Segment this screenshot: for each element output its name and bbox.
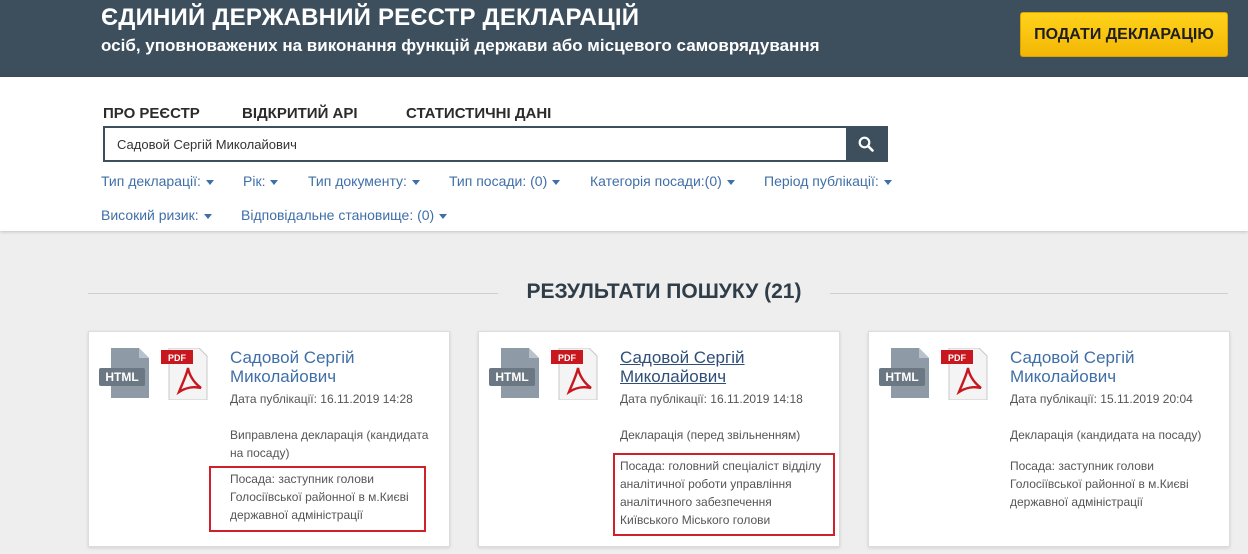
filter-year[interactable]: Рік:: [243, 173, 279, 189]
submit-declaration-button[interactable]: ПОДАТИ ДЕКЛАРАЦІЮ: [1020, 12, 1228, 57]
caret-down-icon: [203, 213, 212, 219]
search-icon: [858, 136, 874, 152]
nav-open-api[interactable]: ВІДКРИТИЙ API: [242, 105, 358, 122]
pdf-file-icon[interactable]: PDF: [941, 348, 989, 400]
filter-high-risk[interactable]: Високий ризик:: [101, 207, 212, 223]
filter-position-category[interactable]: Категорія посади:(0): [590, 173, 735, 189]
caret-down-icon: [411, 179, 420, 185]
pdf-file-icon[interactable]: PDF: [161, 348, 209, 400]
caret-down-icon: [726, 179, 735, 185]
result-name-link[interactable]: Садовой Сергій Миколайович: [230, 348, 440, 386]
declaration-type: Виправлена декларація (кандидата на поса…: [230, 428, 429, 460]
result-name-link[interactable]: Садовой Сергій Миколайович: [620, 348, 830, 386]
filter-position-type[interactable]: Тип посади: (0): [449, 173, 561, 189]
nav-statistics[interactable]: СТАТИСТИЧНІ ДАНІ: [406, 105, 551, 122]
publication-date: Дата публікації: 15.11.2019 20:04: [1010, 392, 1193, 406]
svg-text:HTML: HTML: [105, 370, 138, 384]
highlight-box: [613, 453, 835, 536]
result-card: HTML PDF Садовой Сергій Миколайович Дата…: [868, 331, 1230, 547]
declaration-type: Декларація (кандидата на посаду): [1010, 428, 1202, 442]
svg-text:HTML: HTML: [885, 370, 918, 384]
caret-down-icon: [270, 179, 279, 185]
svg-text:PDF: PDF: [948, 353, 967, 363]
result-card: HTML PDF Садовой Сергій Миколайович Дата…: [478, 331, 840, 547]
search-button[interactable]: [846, 128, 886, 160]
caret-down-icon: [883, 179, 892, 185]
publication-date: Дата публікації: 16.11.2019 14:18: [620, 392, 803, 406]
html-file-icon[interactable]: HTML: [99, 348, 153, 398]
filter-publication-period[interactable]: Період публікації:: [764, 173, 892, 189]
filter-responsible-position[interactable]: Відповідальне становище: (0): [241, 207, 448, 223]
result-card: HTML PDF Садовой Сергій Миколайович Дата…: [88, 331, 450, 547]
caret-down-icon: [552, 179, 561, 185]
results-heading: РЕЗУЛЬТАТИ ПОШУКУ (21): [526, 280, 802, 303]
svg-text:PDF: PDF: [168, 353, 187, 363]
html-file-icon[interactable]: HTML: [879, 348, 933, 398]
position-text: Посада: заступник голови Голосіївської р…: [1010, 459, 1189, 509]
search-input[interactable]: [105, 128, 848, 160]
svg-text:HTML: HTML: [495, 370, 528, 384]
search-box: [103, 126, 888, 162]
caret-down-icon: [205, 179, 214, 185]
pdf-file-icon[interactable]: PDF: [551, 348, 599, 400]
html-file-icon[interactable]: HTML: [489, 348, 543, 398]
site-title: ЄДИНИЙ ДЕРЖАВНИЙ РЕЄСТР ДЕКЛАРАЦІЙ: [101, 4, 640, 31]
divider-right: [830, 293, 1228, 294]
nav-panel: ПРО РЕЄСТР ВІДКРИТИЙ API СТАТИСТИЧНІ ДАН…: [0, 77, 1248, 231]
publication-date: Дата публікації: 16.11.2019 14:28: [230, 392, 413, 406]
nav-about-registry[interactable]: ПРО РЕЄСТР: [103, 105, 200, 122]
filter-document-type[interactable]: Тип документу:: [308, 173, 420, 189]
result-name-link[interactable]: Садовой Сергій Миколайович: [1010, 348, 1220, 386]
highlight-box: [209, 466, 426, 532]
divider-left: [88, 293, 498, 294]
declaration-type: Декларація (перед звільненням): [620, 428, 801, 442]
svg-text:PDF: PDF: [558, 353, 577, 363]
site-subtitle: осіб, уповноважених на виконання функцій…: [101, 36, 820, 55]
caret-down-icon: [439, 213, 448, 219]
filter-declaration-type[interactable]: Тип декларації:: [101, 173, 214, 189]
site-header: ЄДИНИЙ ДЕРЖАВНИЙ РЕЄСТР ДЕКЛАРАЦІЙ осіб,…: [0, 0, 1248, 77]
